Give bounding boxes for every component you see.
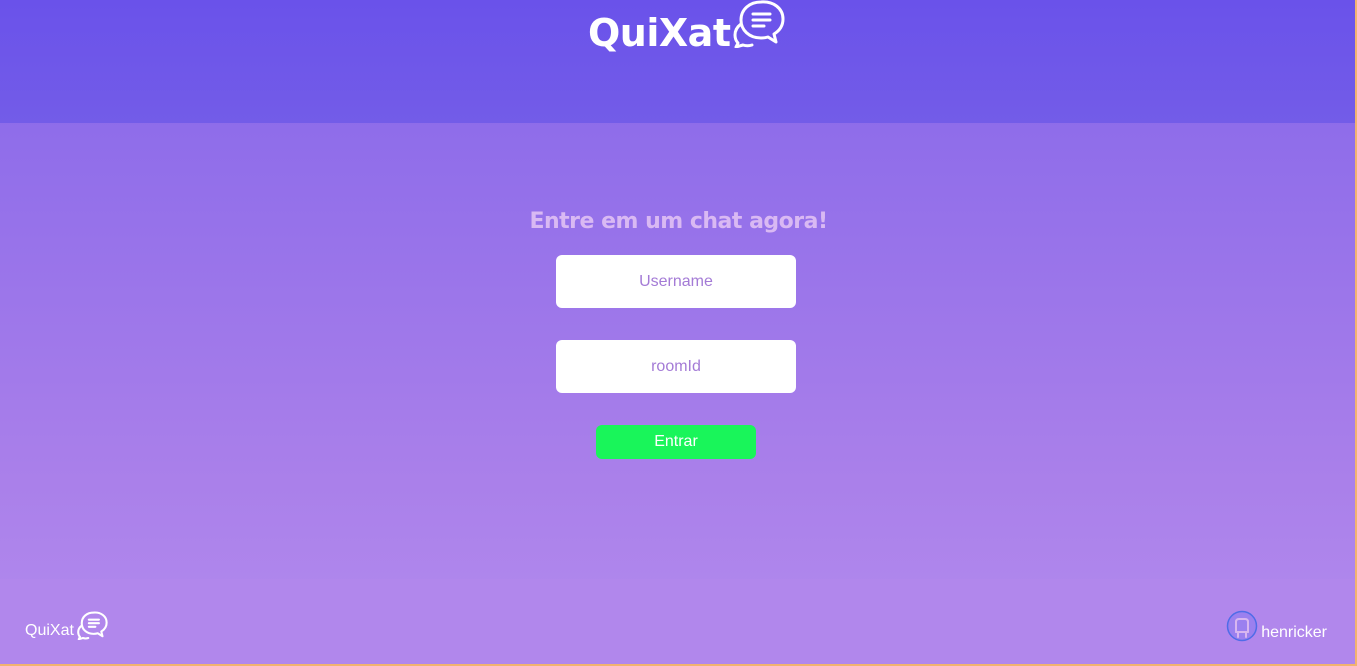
chat-bubbles-icon <box>733 0 784 48</box>
footer-brand-text: QuiXat <box>25 622 74 639</box>
github-username: henricker <box>1261 624 1327 641</box>
github-user-link[interactable]: henricker <box>1226 610 1327 642</box>
footer: QuiXat henricker <box>0 579 1357 666</box>
header-brand[interactable]: QuiXat <box>588 0 787 52</box>
footer-brand[interactable]: QuiXat <box>25 610 109 640</box>
enter-button[interactable]: Entrar <box>596 425 756 459</box>
room-id-input[interactable] <box>556 340 796 393</box>
github-icon <box>1226 610 1258 642</box>
username-input[interactable] <box>556 255 796 308</box>
header: QuiXat <box>0 0 1357 123</box>
page-title: Entre em um chat agora! <box>529 209 828 234</box>
header-brand-text: QuiXat <box>588 11 731 55</box>
main-section: Entre em um chat agora! Entrar <box>0 123 1357 579</box>
chat-bubbles-icon <box>77 611 108 640</box>
